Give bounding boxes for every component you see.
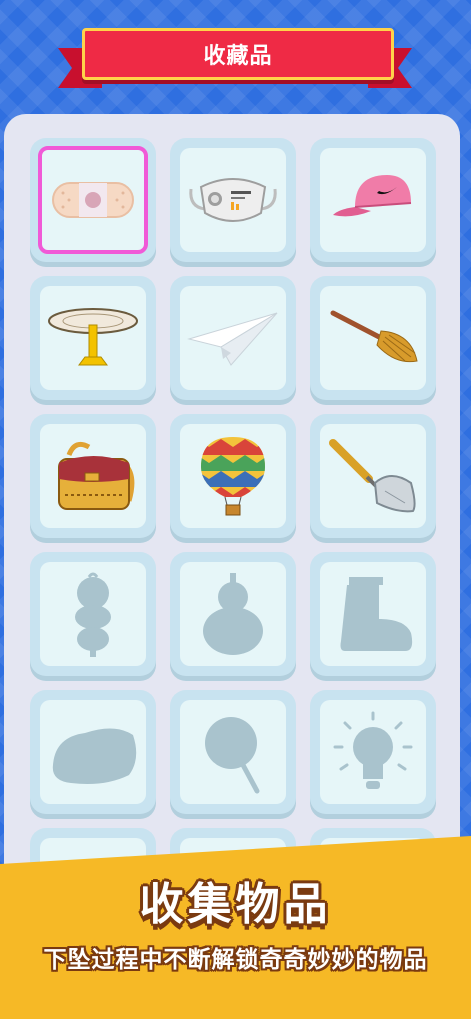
collection-item-broom[interactable] [310,276,436,400]
collection-item-face-mask[interactable] [170,138,296,262]
gong-icon [48,308,138,366]
collection-item-locked-gourd[interactable] [170,552,296,676]
collection-grid [30,138,436,952]
bandage-icon [52,182,134,218]
gourd-silhouette-icon [203,573,263,655]
page-title: 收藏品 [203,44,273,69]
cap-icon [333,175,412,217]
collection-item-locked-rock[interactable] [30,690,156,814]
collection-item-cap[interactable] [310,138,436,262]
hot-air-balloon-icon [201,437,265,516]
title-ribbon: 收藏品 [82,28,394,80]
broom-icon [330,310,418,363]
collection-item-bandage[interactable] [30,138,156,262]
collection-item-locked-lightbulb[interactable] [310,690,436,814]
doll-silhouette-icon [75,572,111,657]
collection-item-paper-plane[interactable] [170,276,296,400]
collection-item-locked-boot[interactable] [310,552,436,676]
collection-item-trowel[interactable] [310,414,436,538]
rock-silhouette-icon [52,728,137,784]
face-mask-icon [189,178,277,222]
collection-item-backpack[interactable] [30,414,156,538]
collection-item-locked-fan[interactable] [170,690,296,814]
collection-item-hot-air-balloon[interactable] [170,414,296,538]
paper-plane-icon [187,312,278,366]
backpack-icon [58,441,135,510]
title-banner: 收藏品 [58,26,412,88]
collection-item-locked-doll[interactable] [30,552,156,676]
fan-silhouette-icon [205,717,260,794]
promo-footer: 收集物品 下坠过程中不断解锁奇奇妙妙的物品 [0,836,471,1019]
boot-silhouette-icon [340,577,413,651]
trowel-icon [329,439,416,513]
collection-item-gong[interactable] [30,276,156,400]
footer-title: 收集物品 [139,879,332,930]
lightbulb-silhouette-icon [333,711,413,789]
footer-subtitle: 下坠过程中不断解锁奇奇妙妙的物品 [43,947,428,973]
